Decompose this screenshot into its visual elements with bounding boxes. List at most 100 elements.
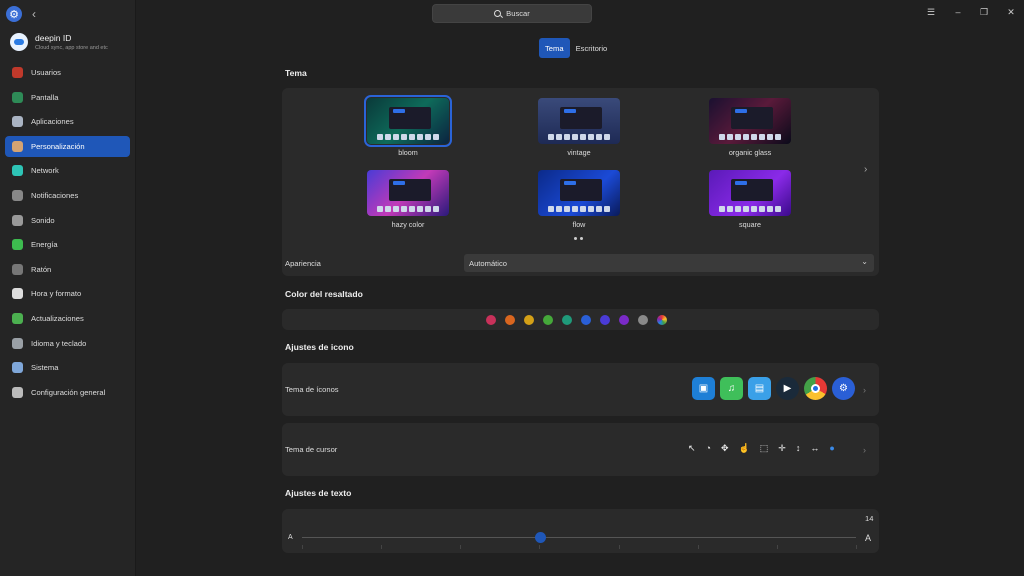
- app-store-icon: ▣: [692, 377, 715, 400]
- sidebar-item-icon: [12, 67, 23, 78]
- hand-cursor-icon: ☝: [738, 443, 750, 453]
- appearance-label: Apariencia: [285, 259, 321, 268]
- text-panel: [282, 509, 879, 553]
- theme-card[interactable]: bloom: [364, 95, 452, 157]
- sidebar-item-personalizaci-n[interactable]: Personalización: [5, 135, 130, 157]
- accent-color-swatch[interactable]: [524, 315, 534, 325]
- theme-thumbnail: [538, 98, 620, 144]
- arrow-cursor-icon: ↖: [688, 443, 696, 453]
- vertical-resize-cursor-icon: ↕: [795, 443, 801, 453]
- accent-color-swatch[interactable]: [505, 315, 515, 325]
- accent-color-swatch[interactable]: [543, 315, 553, 325]
- back-arrow-icon[interactable]: ‹: [32, 7, 36, 21]
- maximize-icon[interactable]: ❐: [977, 7, 991, 18]
- theme-thumbnail: [364, 95, 452, 147]
- theme-name: hazy color: [391, 220, 425, 229]
- theme-thumbnail: [538, 170, 620, 216]
- video-player-icon: ▶: [776, 377, 799, 400]
- theme-thumbnail: [367, 170, 449, 216]
- sidebar-item-label: Ratón: [31, 264, 52, 274]
- theme-name: organic glass: [728, 148, 772, 157]
- tab-tema[interactable]: Tema: [539, 38, 570, 58]
- accent-color-swatch[interactable]: [562, 315, 572, 325]
- horizontal-resize-cursor-icon: ↔: [810, 443, 820, 453]
- loading-cursor-icon: ●: [829, 443, 835, 453]
- sidebar-item-usuarios[interactable]: Usuarios: [5, 62, 130, 83]
- text-section-title: Ajustes de texto: [285, 488, 352, 498]
- sidebar-item-icon: [12, 312, 23, 324]
- theme-card[interactable]: flow: [537, 170, 621, 229]
- minimize-icon[interactable]: –: [951, 7, 965, 17]
- busy-cursor-icon: ◔: [705, 443, 711, 453]
- sidebar-item-icon: [12, 337, 23, 349]
- sidebar-item-configuraci-n-general[interactable]: Configuración general: [5, 382, 130, 403]
- sidebar-item-pantalla[interactable]: Pantalla: [5, 87, 130, 108]
- sidebar-item-label: Sistema: [31, 363, 59, 373]
- icon-section-title: Ajustes de icono: [285, 342, 354, 352]
- accent-color-swatch[interactable]: [619, 315, 629, 325]
- sidebar-item-label: Notificaciones: [31, 190, 79, 200]
- theme-name: flow: [572, 220, 586, 229]
- sidebar-item-network[interactable]: Network: [5, 160, 130, 181]
- font-size-value: 14: [865, 514, 874, 523]
- icon-theme-preview: ▣ ♫ ▤ ▶ ⚙: [692, 377, 855, 400]
- appearance-value: Automático: [469, 258, 507, 268]
- tab-escritorio[interactable]: Escritorio: [570, 38, 614, 58]
- sidebar-item-icon: [12, 288, 23, 300]
- sidebar-item-icon: [12, 214, 23, 226]
- search-label: Buscar: [506, 9, 530, 18]
- account-subtitle: Cloud sync, app store and etc: [35, 44, 108, 51]
- accent-color-swatch[interactable]: [486, 315, 496, 325]
- music-icon: ♫: [720, 377, 743, 400]
- sidebar-item-icon: [12, 189, 23, 201]
- accent-color-swatch[interactable]: [638, 315, 648, 325]
- icon-theme-label: Tema de íconos: [285, 385, 339, 394]
- cursor-theme-label: Tema de cursor: [285, 445, 338, 454]
- sidebar-item-actualizaciones[interactable]: Actualizaciones: [5, 308, 130, 329]
- sidebar-item-energ-a[interactable]: Energía: [5, 234, 130, 255]
- sidebar-item-aplicaciones[interactable]: Aplicaciones: [5, 111, 130, 132]
- font-size-slider-track[interactable]: [302, 537, 856, 538]
- accent-color-swatch[interactable]: [581, 315, 591, 325]
- close-icon[interactable]: ✕: [1004, 7, 1018, 18]
- theme-card[interactable]: organic glass: [708, 98, 792, 157]
- chrome-icon: [804, 377, 827, 400]
- theme-name: bloom: [398, 148, 418, 157]
- sidebar-item-icon: [12, 263, 23, 275]
- sidebar-item-notificaciones[interactable]: Notificaciones: [5, 185, 130, 206]
- sidebar-item-hora-y-formato[interactable]: Hora y formato: [5, 283, 130, 304]
- appearance-dropdown[interactable]: Automático ⌄: [464, 254, 874, 272]
- accent-color-swatch[interactable]: [600, 315, 610, 325]
- slider-tick: [697, 545, 699, 549]
- large-a-label: A: [865, 533, 872, 543]
- gallery-icon: ▤: [748, 377, 771, 400]
- sidebar-item-idioma-y-teclado[interactable]: Idioma y teclado: [5, 333, 130, 354]
- sidebar-item-rat-n[interactable]: Ratón: [5, 259, 130, 280]
- theme-card[interactable]: vintage: [537, 98, 621, 157]
- next-page-icon[interactable]: ›: [864, 164, 867, 175]
- slider-tick: [460, 545, 462, 549]
- sidebar-item-sistema[interactable]: Sistema: [5, 357, 130, 378]
- menu-icon[interactable]: ☰: [924, 7, 938, 18]
- theme-card[interactable]: hazy color: [366, 170, 450, 229]
- account-row[interactable]: deepin ID Cloud sync, app store and etc: [0, 28, 135, 58]
- accent-color-row: [486, 315, 667, 325]
- icon-theme-chevron-icon: ›: [863, 385, 866, 395]
- sidebar-nav: Usuarios Pantalla Aplicaciones Personalizac…: [0, 62, 135, 403]
- slider-tick: [381, 545, 383, 549]
- theme-name: vintage: [567, 148, 591, 157]
- sidebar-item-label: Aplicaciones: [31, 117, 74, 127]
- slider-tick: [618, 545, 620, 549]
- slider-tick: [776, 545, 778, 549]
- tab-bar: Tema Escritorio: [539, 38, 613, 58]
- sidebar-item-label: Sonido: [31, 215, 55, 225]
- accent-color-swatch[interactable]: [657, 315, 667, 325]
- search-box[interactable]: Buscar: [432, 4, 592, 23]
- theme-name: square: [739, 220, 761, 229]
- theme-card[interactable]: square: [708, 170, 792, 229]
- theme-section-title: Tema: [285, 68, 307, 78]
- sidebar-item-label: Idioma y teclado: [31, 338, 87, 348]
- sidebar-item-label: Network: [31, 166, 59, 176]
- sidebar-item-sonido[interactable]: Sonido: [5, 210, 130, 231]
- chevron-down-icon: ⌄: [861, 257, 868, 266]
